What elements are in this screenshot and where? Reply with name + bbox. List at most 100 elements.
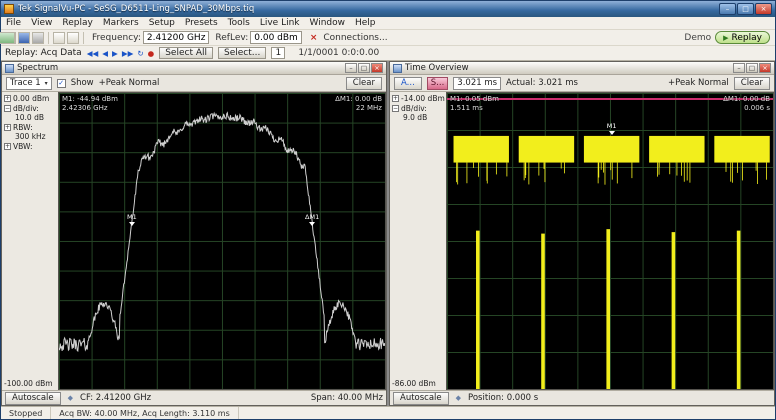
collapse-icon[interactable]: − [392, 105, 399, 112]
spectrum-overlay: M1: -44.94 dBm 2.42306 GHz ΔM1: 0.00 dB … [59, 93, 385, 389]
menu-bar: File View Replay Markers Setup Presets T… [1, 17, 775, 30]
window-title: Tek SignalVu-PC - SeSG_D6511-Ling_SNPAD_… [18, 4, 255, 14]
marker-M1[interactable]: M1 [601, 122, 623, 135]
time-overview-graph[interactable]: M1: 0.05 dBm 1.511 ms ΔM1: 0.00 dB 0.006… [446, 92, 774, 390]
replay-bar: Replay: Acq Data ◀◀ ◀ ▶ ▶▶ ↻ ● Select Al… [1, 46, 775, 61]
delta-readout-line2: 0.006 s [744, 103, 770, 112]
frequency-label: Frequency: [92, 32, 141, 43]
record-icon[interactable]: ● [148, 49, 155, 58]
span-readout[interactable]: Span: 40.00 MHz [311, 393, 383, 403]
window-titlebar[interactable]: Tek SignalVu-PC - SeSG_D6511-Ling_SNPAD_… [1, 1, 775, 17]
delta-readout-line1: ΔM1: 0.00 dB [335, 95, 382, 103]
marker-readout-line2: 2.42306 GHz [62, 103, 108, 112]
spectrum-panel-icon [5, 63, 14, 73]
marker-icon[interactable] [0, 31, 15, 44]
expand-icon[interactable]: + [392, 95, 399, 102]
vbw-row[interactable]: + VBW: [4, 142, 57, 151]
select-button[interactable]: Select... [218, 47, 267, 59]
time-autoscale-button[interactable]: Autoscale [393, 391, 449, 405]
demo-label[interactable]: Demo [684, 33, 711, 43]
menu-replay[interactable]: Replay [57, 17, 97, 29]
spectrum-footer: Autoscale ◆ CF: 2.41200 GHz Span: 40.00 … [2, 390, 386, 405]
expand-icon[interactable]: + [4, 124, 11, 131]
dbdiv-row[interactable]: − dB/div: [4, 104, 57, 113]
marker-readout: M1: 0.05 dBm 1.511 ms [450, 95, 499, 112]
marker-ΔM1[interactable]: ΔM1 [301, 214, 323, 227]
rbw-row[interactable]: + RBW: [4, 123, 57, 132]
menu-live-link[interactable]: Live Link [255, 17, 305, 29]
marker-readout-line1: M1: -44.94 dBm [62, 95, 118, 103]
spectrum-panel: Spectrum – □ × Trace 1 ▾ ✓ Show +Peak No… [1, 61, 387, 406]
main-area: Spectrum – □ × Trace 1 ▾ ✓ Show +Peak No… [1, 61, 775, 406]
trace-selector[interactable]: Trace 1 ▾ [6, 76, 52, 90]
dbdiv-row[interactable]: − dB/div: [392, 104, 445, 113]
collapse-icon[interactable]: − [4, 105, 11, 112]
skip-end-icon[interactable]: ▶▶ [122, 49, 134, 58]
spectrum-titlebar[interactable]: Spectrum – □ × [2, 62, 386, 75]
menu-setup[interactable]: Setup [144, 17, 180, 29]
time-overview-titlebar[interactable]: Time Overview – □ × [390, 62, 774, 75]
menu-markers[interactable]: Markers [98, 17, 144, 29]
panel-minimize-button[interactable]: – [733, 63, 745, 73]
center-frequency-readout[interactable]: CF: 2.41200 GHz [80, 393, 151, 403]
expand-icon[interactable]: + [4, 95, 11, 102]
dbdiv-value: 10.0 dB [15, 113, 44, 122]
menu-file[interactable]: File [1, 17, 26, 29]
settings-icon[interactable] [53, 31, 65, 44]
menu-presets[interactable]: Presets [180, 17, 223, 29]
replay-source-label: Replay: Acq Data [5, 48, 82, 58]
preset-icon[interactable] [67, 31, 79, 44]
actual-length-label: Actual: 3.021 ms [506, 78, 578, 88]
spectrum-window-buttons: – □ × [345, 63, 383, 73]
analysis-time-button[interactable]: A... [394, 76, 422, 90]
marker-triangle-icon [309, 222, 316, 227]
menu-view[interactable]: View [26, 17, 57, 29]
reflev-field[interactable]: 0.00 dBm [250, 31, 302, 44]
panel-close-button[interactable]: × [759, 63, 771, 73]
spectrum-graph[interactable]: M1: -44.94 dBm 2.42306 GHz ΔM1: 0.00 dB … [58, 92, 386, 390]
ref-level-row[interactable]: + -14.00 dBm [392, 94, 445, 103]
record-counter[interactable]: 1 [271, 47, 286, 59]
spectrum-settings-sidebar: + 0.00 dBm − dB/div: 10.0 dB + RBW: 300 … [2, 92, 58, 390]
print-icon[interactable] [32, 31, 44, 44]
panel-minimize-button[interactable]: – [345, 63, 357, 73]
dbdiv-label: dB/div: [401, 104, 427, 113]
panel-maximize-button[interactable]: □ [746, 63, 758, 73]
select-all-button[interactable]: Select All [159, 47, 213, 59]
panel-maximize-button[interactable]: □ [358, 63, 370, 73]
app-window: Tek SignalVu-PC - SeSG_D6511-Ling_SNPAD_… [0, 0, 776, 420]
skip-start-icon[interactable]: ◀◀ [87, 49, 99, 58]
menu-tools[interactable]: Tools [223, 17, 255, 29]
close-button[interactable]: × [755, 3, 772, 15]
replay-mode-button[interactable]: ▶ Replay [715, 31, 770, 44]
analysis-length-field[interactable]: 3.021 ms [453, 76, 502, 90]
marker-M1[interactable]: M1 [121, 214, 143, 227]
menu-help[interactable]: Help [350, 17, 381, 29]
connections-button[interactable]: Connections... [323, 33, 387, 43]
position-readout[interactable]: Position: 0.000 s [468, 393, 538, 403]
minimize-button[interactable]: – [719, 3, 736, 15]
spectrum-time-button[interactable]: S... [426, 76, 449, 90]
show-checkbox[interactable]: ✓ [56, 78, 66, 88]
frequency-field[interactable]: 2.41200 GHz [142, 31, 210, 44]
ref-level-row[interactable]: + 0.00 dBm [4, 94, 57, 103]
spectrum-clear-button[interactable]: Clear [345, 76, 382, 90]
save-icon[interactable] [18, 31, 30, 44]
time-overview-panel: Time Overview – □ × A... S... 3.021 ms A… [389, 61, 775, 406]
maximize-button[interactable]: □ [737, 3, 754, 15]
step-back-icon[interactable]: ◀ [102, 49, 108, 58]
marker-readout: M1: -44.94 dBm 2.42306 GHz [62, 95, 118, 112]
dbdiv-value: 9.0 dB [403, 113, 428, 122]
time-overview-window-buttons: – □ × [733, 63, 771, 73]
time-overview-title: Time Overview [405, 63, 469, 73]
play-icon[interactable]: ▶ [112, 49, 118, 58]
dbdiv-label: dB/div: [13, 104, 39, 113]
expand-icon[interactable]: + [4, 143, 11, 150]
time-clear-button[interactable]: Clear [733, 76, 770, 90]
panel-close-button[interactable]: × [371, 63, 383, 73]
menu-window[interactable]: Window [305, 17, 351, 29]
time-detector-label: +Peak Normal [668, 78, 729, 88]
bottom-level-row: -86.00 dBm [392, 379, 445, 388]
loop-icon[interactable]: ↻ [137, 49, 143, 58]
spectrum-autoscale-button[interactable]: Autoscale [5, 391, 61, 405]
